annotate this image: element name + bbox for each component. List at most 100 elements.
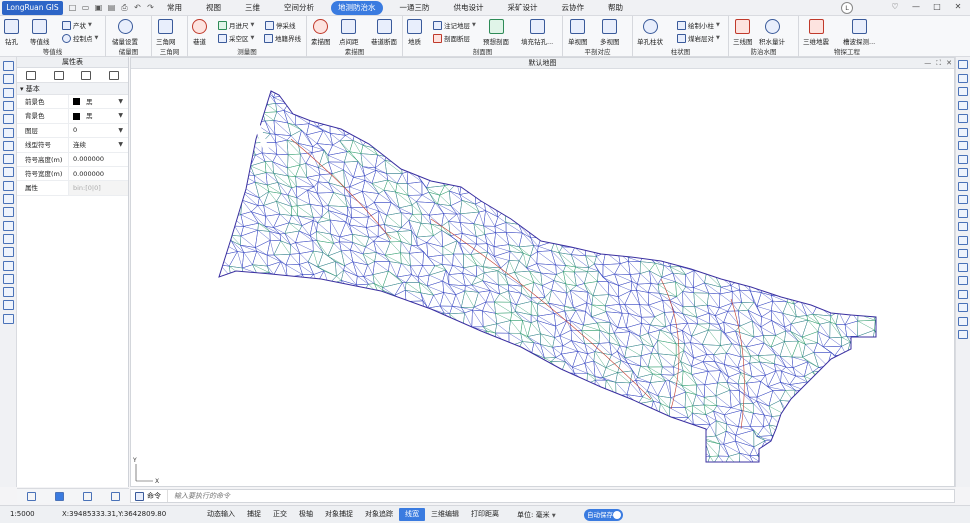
toggle-object-snap[interactable]: 对象捕捉 xyxy=(319,508,359,521)
single-hole-column-button[interactable]: 单孔柱状 xyxy=(637,19,663,46)
grid-icon[interactable] xyxy=(958,316,968,326)
clock-icon[interactable] xyxy=(3,167,14,178)
toggle-snap[interactable]: 捕捉 xyxy=(241,508,267,521)
save-as-icon[interactable]: ▤ xyxy=(106,2,117,13)
extend-icon[interactable] xyxy=(958,208,968,218)
bar-icon[interactable] xyxy=(3,287,14,298)
measure-icon[interactable] xyxy=(958,303,968,312)
property-row[interactable]: 符号高度(m) 0.000000 xyxy=(17,152,128,167)
menu-mining-design[interactable]: 采矿设计 xyxy=(501,1,545,15)
text-icon[interactable] xyxy=(3,194,14,204)
property-list-icon[interactable] xyxy=(25,70,36,80)
building-icon[interactable] xyxy=(3,273,14,284)
cadastral-line-button[interactable]: 地籍界线 xyxy=(264,33,301,43)
goaf-button[interactable]: 采空区 ▼ xyxy=(218,33,254,43)
maximize-button[interactable]: □ xyxy=(931,1,943,13)
arc-icon[interactable] xyxy=(3,114,14,125)
property-row[interactable]: 前景色黑 ▼ xyxy=(17,95,128,110)
chevron-down-icon[interactable]: ▼ xyxy=(118,109,123,123)
property-section-basic[interactable]: ▾ 基本 xyxy=(17,83,128,95)
tab-properties-icon[interactable] xyxy=(54,491,64,501)
predicted-profile-button[interactable]: 预想剖面 xyxy=(483,19,509,46)
offset-icon[interactable] xyxy=(958,289,968,299)
monthly-footage-button[interactable]: 月进尺 ▼ xyxy=(218,20,254,30)
draw-small-column-button[interactable]: 绘制小柱 ▼ xyxy=(677,20,720,30)
close-button[interactable]: ✕ xyxy=(952,1,964,13)
ellipse-icon[interactable] xyxy=(3,154,14,165)
tab-tree-icon[interactable] xyxy=(26,491,36,501)
minimize-button[interactable]: — xyxy=(910,1,922,13)
control-point-button[interactable]: 控制点 ▼ xyxy=(62,33,98,43)
geology-button[interactable]: 地质 xyxy=(407,19,422,46)
open-file-icon[interactable]: ▭ xyxy=(80,2,91,13)
toggle-polar[interactable]: 极轴 xyxy=(293,508,319,521)
line-icon[interactable] xyxy=(3,74,14,85)
three-line-button[interactable]: 三线图 xyxy=(733,19,753,46)
save-icon[interactable]: ▣ xyxy=(93,2,104,13)
attitude-button[interactable]: 产状 ▼ xyxy=(62,20,92,30)
property-row[interactable]: 图层 0 ▼ xyxy=(17,123,128,139)
hatch-icon[interactable] xyxy=(3,207,14,218)
layers-icon[interactable] xyxy=(109,70,120,80)
tab-list-icon[interactable] xyxy=(82,491,92,501)
join-icon[interactable] xyxy=(958,235,968,245)
app-brand-button[interactable]: LongRuan GIS xyxy=(2,1,63,15)
toggle-dynamic-input[interactable]: 动态输入 xyxy=(201,508,241,521)
circle-icon[interactable] xyxy=(3,140,14,151)
rotate-icon[interactable] xyxy=(958,154,968,164)
copy-icon[interactable] xyxy=(958,73,968,83)
water-volume-button[interactable]: 积水量计 xyxy=(759,19,785,46)
layer-panel-icon[interactable] xyxy=(958,60,968,69)
profile-fault-button[interactable]: 剖面断层 xyxy=(433,33,470,43)
roadway-section-button[interactable]: 巷道断面 xyxy=(371,19,397,46)
map-tab[interactable]: 默认地图 — ⛶ ✕ xyxy=(131,58,954,69)
chamfer-icon[interactable] xyxy=(958,249,968,258)
align-left-icon[interactable] xyxy=(3,220,14,231)
align-center-icon[interactable] xyxy=(3,233,14,244)
rectangle-icon[interactable] xyxy=(3,127,14,138)
redo-icon[interactable]: ↷ xyxy=(145,2,156,13)
point-icon[interactable] xyxy=(3,61,14,71)
menu-ventilation[interactable]: 一通三防 xyxy=(393,1,437,15)
menu-cloud[interactable]: 云协作 xyxy=(555,1,592,15)
chevron-down-icon[interactable]: ▼ xyxy=(118,124,123,138)
channel-wave-button[interactable]: 槽波探测... xyxy=(843,19,875,46)
tin-button[interactable]: 三角网 xyxy=(156,19,176,46)
toggle-object-track[interactable]: 对象追踪 xyxy=(359,508,399,521)
trim-icon[interactable] xyxy=(958,195,968,204)
single-view-button[interactable]: 单视图 xyxy=(568,19,588,46)
borehole-button[interactable]: 钻孔 xyxy=(4,19,19,46)
menu-common[interactable]: 常用 xyxy=(160,1,189,15)
menu-3d[interactable]: 三维 xyxy=(238,1,267,15)
align-right-icon[interactable] xyxy=(3,247,14,258)
toggle-line-width[interactable]: 线宽 xyxy=(399,508,425,521)
map-canvas[interactable]: Y X xyxy=(131,69,954,486)
curve-icon[interactable] xyxy=(3,100,14,111)
map-minimize-button[interactable]: — xyxy=(924,58,931,69)
undo-icon[interactable]: ↶ xyxy=(132,2,143,13)
fillet-icon[interactable] xyxy=(958,262,968,272)
settings-icon[interactable] xyxy=(958,330,968,339)
menu-survey-water[interactable]: 地测防治水 xyxy=(331,1,383,15)
stack-icon[interactable] xyxy=(3,300,14,311)
property-row[interactable]: 线型符号 连续 ▼ xyxy=(17,138,128,153)
explode-icon[interactable] xyxy=(958,276,968,285)
stop-line-button[interactable]: 停采线 xyxy=(265,20,296,30)
command-input[interactable] xyxy=(168,492,954,500)
map-maximize-button[interactable]: ⛶ xyxy=(936,58,941,69)
break-icon[interactable] xyxy=(958,222,968,231)
chevron-down-icon[interactable]: ▼ xyxy=(118,95,123,109)
polyline-icon[interactable] xyxy=(3,87,14,98)
unit-selector[interactable]: 单位: 毫米 ▼ xyxy=(517,510,556,520)
menu-help[interactable]: 帮助 xyxy=(601,1,630,15)
user-avatar[interactable]: L xyxy=(841,2,853,14)
skin-icon[interactable]: ♡ xyxy=(889,1,901,13)
print-icon[interactable]: ⎙ xyxy=(119,2,130,13)
3d-seismic-button[interactable]: 三维地震 xyxy=(803,19,829,46)
fill-borehole-button[interactable]: 填充钻孔... xyxy=(521,19,553,46)
property-sort-icon[interactable] xyxy=(53,70,64,80)
distribute-icon[interactable] xyxy=(3,313,14,324)
annotate-strata-button[interactable]: 注记地层 ▼ xyxy=(433,20,476,30)
multi-view-button[interactable]: 多视图 xyxy=(600,19,620,46)
contour-button[interactable]: 等值线 xyxy=(30,19,50,46)
